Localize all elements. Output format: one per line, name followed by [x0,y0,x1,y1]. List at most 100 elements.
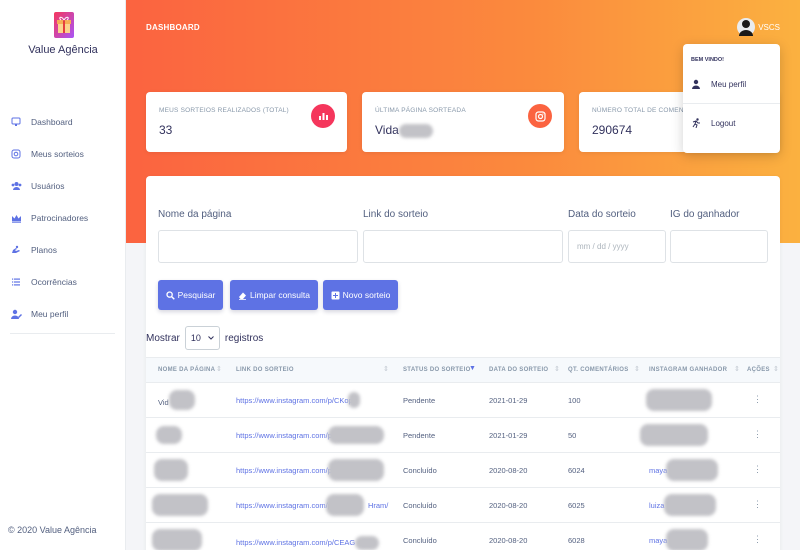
sort-icon[interactable]: ⇕ [216,365,222,373]
col-qt-comentarios[interactable]: QT. COMENTÁRIOS [568,367,629,373]
redacted-page [152,529,202,550]
link-sorteio-input[interactable] [363,230,563,263]
col-nome-pagina[interactable]: NOME DA PÁGINA [158,367,215,373]
row-actions-icon[interactable]: ⋮ [753,464,762,475]
monitor-icon [10,116,22,128]
cell-link[interactable]: https://www.instagram.com/p/ [236,431,334,440]
cell-comments: 100 [568,396,581,405]
user-name: VSCS [758,22,780,32]
stat-value: 33 [159,123,173,137]
sidebar-item-label: Dashboard [31,117,73,127]
ig-ganhador-input[interactable] [670,230,768,263]
hand-icon [10,244,22,256]
gift-logo-icon[interactable] [54,12,74,38]
cell-status: Concluído [403,536,437,545]
stat-label: MEUS SORTEIOS REALIZADOS (TOTAL) [159,107,289,114]
row-actions-icon[interactable]: ⋮ [753,429,762,440]
sidebar-item-label: Planos [31,245,57,255]
search-button[interactable]: Pesquisar [158,280,223,310]
cell-comments: 6024 [568,466,585,475]
cell-comments: 50 [568,431,577,440]
cell-comments: 6025 [568,501,585,510]
new-sorteio-button[interactable]: Novo sorteio [323,280,398,310]
sidebar-divider [10,333,115,334]
menu-item-label: Meu perfil [711,79,747,89]
menu-item-logout[interactable]: Logout [691,118,735,128]
cell-link[interactable]: https://www.instagram.com/p/ [236,466,334,475]
cell-status: Concluído [403,501,437,510]
label-ig-ganhador: IG do ganhador [670,209,740,220]
col-data-sorteio[interactable]: DATA DO SORTEIO [489,367,548,373]
sidebar-item-label: Ocorrências [31,277,77,287]
sidebar-item-meu-perfil[interactable]: Meu perfil [0,298,126,330]
sidebar-item-label: Patrocinadores [31,213,89,223]
eraser-icon [238,291,247,300]
page-length-select[interactable]: 10 [184,326,220,350]
redacted-page [152,494,208,516]
cell-status: Concluído [403,466,437,475]
length-suffix: registros [224,332,264,344]
crown-icon [10,212,22,224]
redacted-page [156,426,182,444]
col-link-sorteio[interactable]: LINK DO SORTEIO [236,367,294,373]
user-edit-icon [10,308,22,320]
col-acoes: AÇÕES [747,367,770,373]
cell-status: Pendente [403,396,436,405]
nome-pagina-input[interactable] [158,230,358,263]
col-status-sorteio[interactable]: STATUS DO SORTEIO [403,367,471,373]
col-instagram-ganhador[interactable]: INSTAGRAM GANHADOR [649,367,727,373]
menu-item-label: Logout [711,118,736,128]
cell-date: 2021-01-29 [489,396,528,405]
redacted-ig [640,424,708,446]
search-icon [165,290,175,300]
label-link-sorteio: Link do sorteio [363,209,429,220]
cell-link[interactable]: https://www.instagram.com/p/CEAG [236,536,380,550]
table-row: https://www.instagram.com/p/CEAG Concluí… [146,523,780,550]
cell-ig[interactable]: maya [649,466,667,475]
cell-date: 2020-08-20 [489,501,528,510]
cell-status: Pendente [403,431,436,440]
cell-date: 2020-08-20 [489,466,528,475]
brand-name: Value Agência [28,44,98,56]
cell-link[interactable]: https://www.instagram.com/p/Hram/ [236,501,388,510]
clear-button-label: Limpar consulta [249,290,310,300]
sort-desc-icon[interactable]: ▼ [469,365,476,372]
new-sorteio-button-label: Novo sorteio [342,290,391,300]
row-actions-icon[interactable]: ⋮ [753,499,762,510]
sidebar-item-planos[interactable]: Planos [0,234,126,266]
menu-item-meu-perfil[interactable]: Meu perfil [691,79,746,89]
search-button-label: Pesquisar [177,290,216,300]
sort-icon[interactable]: ⇕ [734,365,740,373]
sidebar-item-usuarios[interactable]: Usuários [0,170,126,202]
plus-square-icon [331,291,340,300]
cell-ig[interactable]: maya [649,536,667,545]
sidebar-item-ocorrencias[interactable]: Ocorrências [0,266,126,298]
sidebar-item-dashboard[interactable]: Dashboard [0,106,126,138]
data-sorteio-input[interactable]: mm / dd / yyyy [568,230,666,263]
sidebar-item-label: Meu perfil [31,309,69,319]
sort-icon[interactable]: ⇕ [634,365,640,373]
page-title: DASHBOARD [146,23,200,32]
row-actions-icon[interactable]: ⋮ [753,394,762,405]
user-dropdown-menu: BEM VINDO! Meu perfil Logout [683,44,780,153]
sort-icon[interactable]: ⇕ [773,365,779,373]
sidebar-item-patrocinadores[interactable]: Patrocinadores [0,202,126,234]
sort-icon[interactable]: ⇕ [554,365,560,373]
sidebar: Value Agência Dashboard Meus sorteios Us… [0,0,126,550]
table-row: https://www.instagram.com/p/ Concluído 2… [146,453,780,488]
label-data-sorteio: Data do sorteio [568,209,636,220]
row-actions-icon[interactable]: ⋮ [753,534,762,545]
cell-ig[interactable]: luiza [649,501,664,510]
clear-button[interactable]: Limpar consulta [230,280,318,310]
sorteios-card: Nome da página Link do sorteio Data do s… [146,176,780,550]
user-menu-toggle[interactable]: VSCS [737,16,780,38]
dropdown-divider [683,103,780,104]
chart-bar-icon [311,104,335,128]
redacted-ig [646,389,712,411]
dropdown-heading: BEM VINDO! [691,57,724,63]
cell-link[interactable]: https://www.instagram.com/p/CKop [236,396,353,405]
page-length-value: 10 [190,333,201,343]
sidebar-item-meus-sorteios[interactable]: Meus sorteios [0,138,126,170]
instagram-icon [10,148,22,160]
sort-icon[interactable]: ⇕ [383,365,389,373]
